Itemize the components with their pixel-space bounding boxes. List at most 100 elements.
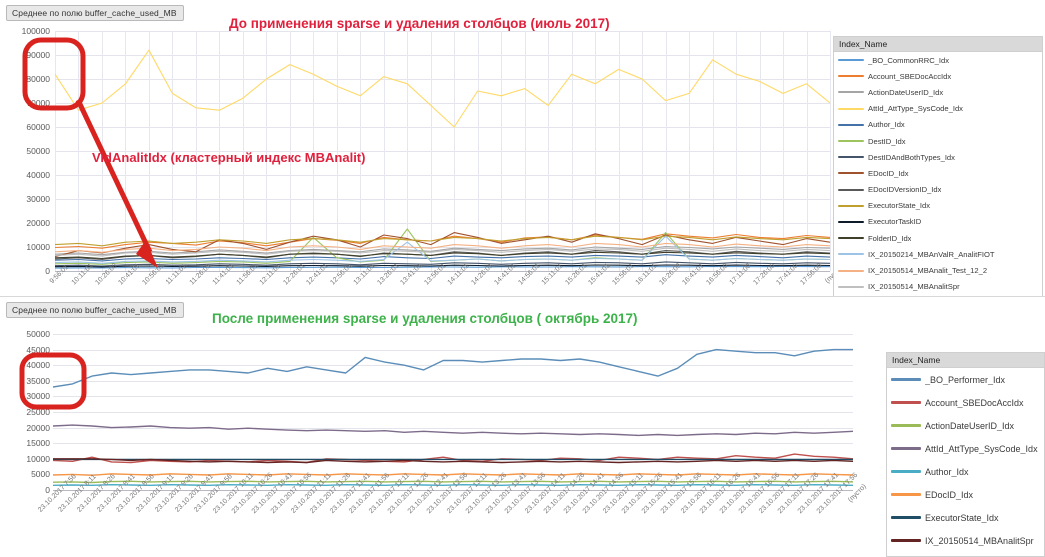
- y-axis-tick-label: 0: [45, 485, 50, 495]
- legend-item-label: FolderID_Idx: [868, 233, 912, 243]
- y-axis-tick-label: 100000: [21, 26, 50, 36]
- y-axis-tick-label: 10000: [26, 453, 50, 464]
- legend-item-label: _BO_Performer_Idx: [925, 374, 1006, 385]
- legend-item[interactable]: Account_SBEDocAccIdx: [834, 68, 1042, 84]
- legend-item-label: Account_SBEDocAccIdx: [868, 71, 952, 81]
- legend-item-label: _BO_CommonRRC_Idx: [868, 55, 950, 65]
- y-axis-tick-label: 5000: [31, 469, 50, 480]
- grid-line-vertical: [830, 31, 831, 271]
- y-axis-labels-before: 0 10000 20000 30000 40000 50000 60000 70000 8000…: [2, 26, 50, 276]
- legend-item[interactable]: IX_20150214_MBAnValR_AnalitFIOT: [834, 246, 1042, 262]
- legend-title-after: Index_Name: [887, 353, 1044, 368]
- legend-item[interactable]: ActionDateUserID_Idx: [834, 84, 1042, 100]
- legend-item-label: Account_SBEDocAccIdx: [925, 397, 1024, 408]
- legend-item[interactable]: ExecutorState_Idx: [887, 506, 1044, 529]
- legend-item-label: DestID_Idx: [868, 136, 906, 146]
- legend-item-label: EDocID_Idx: [925, 489, 974, 500]
- y-axis-tick-label: 40000: [26, 170, 50, 180]
- field-badge-before[interactable]: Среднее по полю buffer_cache_used_MB: [6, 5, 184, 21]
- legend-item[interactable]: AttId_AttType_SysCode_Idx: [887, 437, 1044, 460]
- y-axis-tick-label: 40000: [26, 360, 50, 371]
- legend-item-label: IX_20150514_MBAnalitSpr: [925, 535, 1034, 546]
- legend-item[interactable]: FolderID_Idx: [834, 230, 1042, 246]
- legend-color-swatch: [891, 424, 921, 427]
- legend-item-label: Author_Idx: [925, 466, 969, 477]
- legend-title-before: Index_Name: [834, 37, 1042, 52]
- legend-color-swatch: [891, 401, 921, 404]
- field-badge-after[interactable]: Среднее по полю buffer_cache_used_MB: [6, 302, 184, 318]
- legend-color-swatch: [838, 91, 864, 94]
- legend-item-label: IX_20150214_MBAnValR_AnalitFIOT: [868, 249, 995, 259]
- legend-item-label: ExecutorState_Idx: [868, 201, 931, 211]
- y-axis-tick-label: 0: [45, 266, 50, 276]
- series-line: [55, 49, 830, 128]
- series-line: [53, 348, 853, 388]
- series-layer: [53, 348, 853, 487]
- y-axis-tick-label: 50000: [26, 146, 50, 156]
- legend-item[interactable]: _BO_Performer_Idx: [887, 368, 1044, 391]
- legend-color-swatch: [838, 285, 864, 288]
- legend-item[interactable]: IX_20150514_MBAnalitSpr: [887, 529, 1044, 552]
- legend-item[interactable]: EDocID_Idx: [834, 165, 1042, 181]
- legend-item[interactable]: IX_20150514_MBAnalitSpr: [834, 279, 1042, 295]
- legend-color-swatch: [891, 493, 921, 496]
- legend-color-swatch: [891, 470, 921, 473]
- legend-color-swatch: [891, 447, 921, 450]
- legend-before: Index_Name _BO_CommonRRC_Idx Account_SBED…: [833, 36, 1043, 300]
- y-axis-tick-label: 15000: [26, 438, 50, 449]
- y-axis-tick-label: 50000: [26, 329, 50, 339]
- legend-color-swatch: [838, 75, 864, 78]
- legend-color-swatch: [838, 204, 864, 207]
- x-axis-labels-after: 23.10.2017 7:56 23.10.2017 8:11 23.10.2017…: [37, 472, 868, 527]
- legend-item[interactable]: ExecutorState_Idx: [834, 198, 1042, 214]
- legend-item[interactable]: EDocIDVersionID_Idx: [834, 182, 1042, 198]
- legend-item[interactable]: DestIDAndBothTypes_Idx: [834, 149, 1042, 165]
- legend-color-swatch: [838, 237, 864, 240]
- legend-item[interactable]: Author_Idx: [887, 460, 1044, 483]
- chart-title-after: После применения sparse и удаления столб…: [212, 311, 638, 326]
- legend-item-label: IX_20150514_MBAnalit_Test_12_2: [868, 266, 988, 276]
- legend-item[interactable]: EDocID_Idx: [887, 483, 1044, 506]
- legend-color-swatch: [838, 253, 864, 256]
- legend-item[interactable]: DestID_Idx: [834, 133, 1042, 149]
- chart-title-before: До применения sparse и удаления столбцов…: [229, 16, 610, 31]
- legend-color-swatch: [891, 378, 921, 381]
- y-axis-tick-label: 20000: [26, 422, 50, 433]
- y-axis-tick-label: 60000: [26, 122, 50, 132]
- legend-item[interactable]: _BO_CommonRRC_Idx: [834, 52, 1042, 68]
- legend-item-label: IX_20150514_MBAnalitSpr: [868, 282, 960, 292]
- legend-color-swatch: [838, 172, 864, 175]
- legend-color-swatch: [891, 516, 921, 519]
- y-axis-labels-after: 0 5000 10000 15000 20000 25000 30000 35000 40000…: [2, 329, 50, 495]
- y-axis-tick-label: 25000: [26, 407, 50, 417]
- y-axis-tick-label: 30000: [26, 194, 50, 204]
- legend-item-label: AttId_AttType_SysCode_Idx: [868, 104, 963, 114]
- legend-item-label: ActionDateUserID_Idx: [925, 420, 1015, 431]
- legend-item-label: Author_Idx: [868, 120, 905, 130]
- annotation-label: VidAnalitIdx (кластерный индекс MBAnalit…: [92, 150, 366, 165]
- legend-after: Index_Name _BO_Performer_Idx Account_SBED…: [886, 352, 1045, 557]
- legend-item[interactable]: Author_Idx: [834, 117, 1042, 133]
- y-axis-tick-label: 10000: [26, 242, 50, 252]
- legend-item-label: AttId_AttType_SysCode_Idx: [925, 443, 1038, 454]
- y-axis-tick-label: 35000: [26, 375, 50, 386]
- legend-color-swatch: [838, 156, 864, 159]
- series-line: [53, 424, 853, 437]
- legend-item[interactable]: IX_20150514_MBAnalit_Test_12_2: [834, 262, 1042, 278]
- legend-color-swatch: [838, 220, 864, 223]
- y-axis-tick-label: 70000: [26, 98, 50, 108]
- legend-item-label: DestIDAndBothTypes_Idx: [868, 152, 955, 162]
- legend-item[interactable]: ActionDateUserID_Idx: [887, 414, 1044, 437]
- legend-item-label: EDocID_Idx: [868, 168, 909, 178]
- legend-item[interactable]: Account_SBEDocAccIdx: [887, 391, 1044, 414]
- y-axis-tick-label: 45000: [26, 344, 50, 355]
- y-axis-tick-label: 90000: [26, 50, 50, 60]
- legend-color-swatch: [838, 59, 864, 62]
- legend-item-label: ExecutorState_Idx: [925, 512, 999, 523]
- legend-item-label: ExecutorTaskID: [868, 217, 922, 227]
- series-line: [55, 250, 830, 261]
- legend-item[interactable]: ExecutorTaskID: [834, 214, 1042, 230]
- plot-area-after: [53, 334, 853, 491]
- legend-item[interactable]: AttId_AttType_SysCode_Idx: [834, 101, 1042, 117]
- y-axis-tick-label: 80000: [26, 74, 50, 84]
